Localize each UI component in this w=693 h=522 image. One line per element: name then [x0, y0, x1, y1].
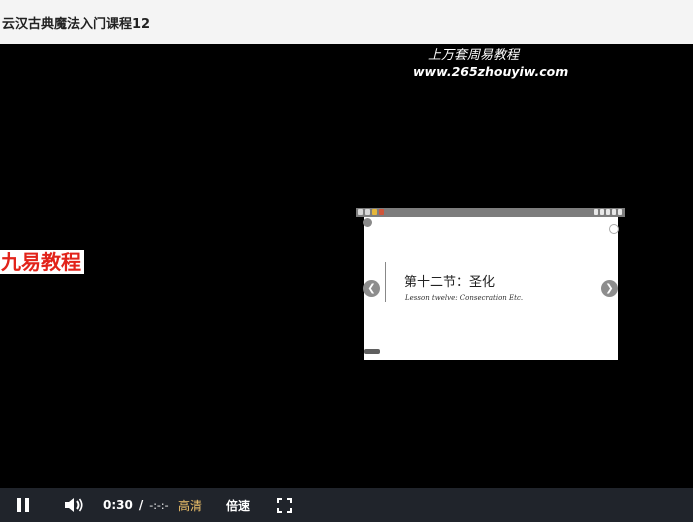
slide-title: 第十二节：圣化 — [404, 275, 496, 290]
slide-prev-icon: ❮ — [363, 280, 380, 297]
slide-next-icon: ❯ — [601, 280, 618, 297]
inner-status-bar — [356, 208, 625, 217]
current-time: 0:30 — [103, 498, 133, 512]
video-frame: 第十二节：圣化 Lesson twelve: Consecration Etc. — [356, 208, 625, 360]
watermark-text-1: 上万套周易教程 — [428, 48, 520, 63]
volume-icon — [65, 498, 83, 512]
inner-bottom-icon — [364, 349, 380, 354]
slide-subtitle: Lesson twelve: Consecration Etc. — [405, 294, 524, 302]
pause-button[interactable] — [16, 488, 34, 522]
quality-button[interactable]: 高清 — [178, 488, 202, 522]
time-display: 0:30 / -:-:- — [103, 488, 169, 522]
time-separator: / — [138, 498, 144, 512]
watermark-url: www.265zhouyiw.com — [413, 64, 569, 79]
title-bar: 云汉古典魔法入门课程12 — [0, 0, 693, 44]
status-icon — [594, 209, 598, 215]
volume-button[interactable] — [64, 488, 84, 522]
status-icon — [372, 209, 377, 215]
pause-icon — [17, 498, 29, 512]
slide-divider — [385, 262, 386, 302]
fullscreen-button[interactable] — [277, 488, 293, 522]
speed-button[interactable]: 倍速 — [226, 488, 250, 522]
duration: -:-:- — [149, 498, 169, 512]
video-player[interactable]: 上万套周易教程 www.265zhouyiw.com 九易教程 第十二节：圣化 — [0, 44, 693, 522]
status-icon — [606, 209, 610, 215]
inner-settings-icon — [609, 224, 619, 234]
page-title: 云汉古典魔法入门课程12 — [2, 16, 151, 32]
inner-right-strip — [618, 217, 625, 360]
status-icon — [612, 209, 616, 215]
status-icon — [618, 209, 622, 215]
watermark-left-label: 九易教程 — [0, 250, 84, 274]
control-bar: 0:30 / -:-:- 高清 倍速 — [0, 488, 693, 522]
status-icon — [379, 209, 384, 215]
status-icon — [365, 209, 370, 215]
fullscreen-icon — [277, 497, 292, 513]
status-icon — [358, 209, 363, 215]
inner-close-icon — [363, 218, 372, 227]
status-icon — [600, 209, 604, 215]
